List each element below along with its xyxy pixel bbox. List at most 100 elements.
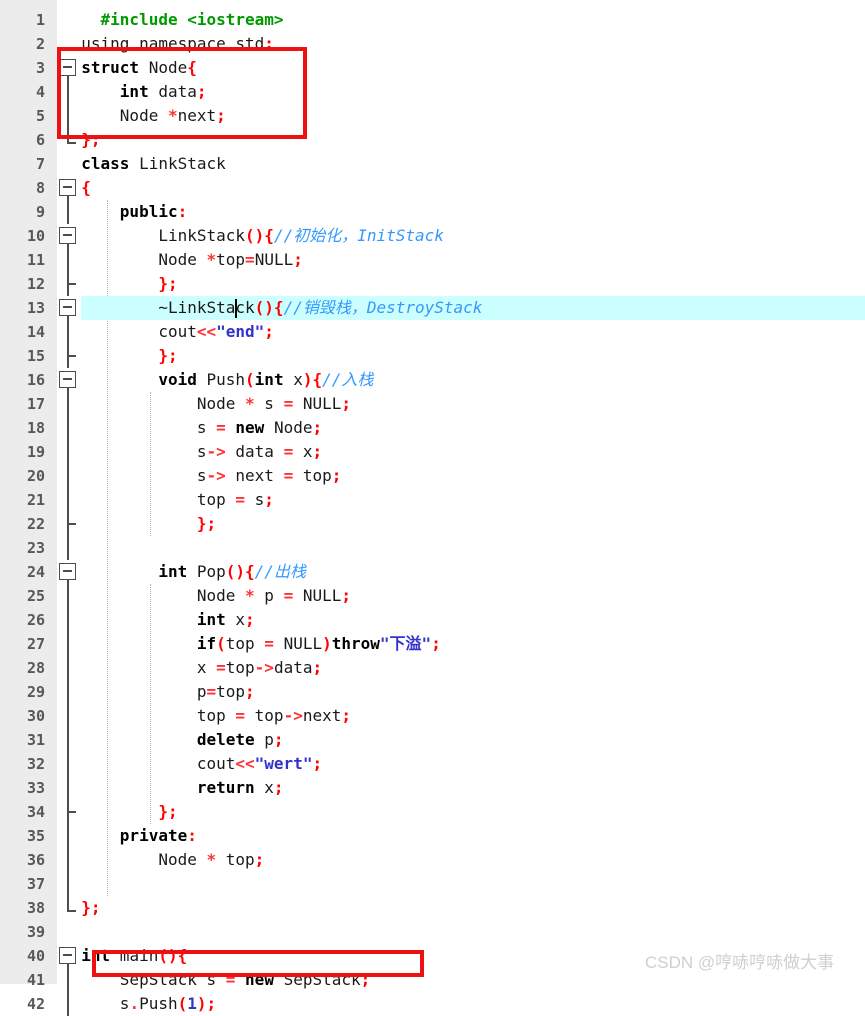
code-line[interactable]: using namespace std; — [62, 32, 865, 56]
code-line[interactable]: }; — [62, 272, 865, 296]
fold-tick-icon — [66, 355, 76, 357]
code-line[interactable]: private: — [62, 824, 865, 848]
code-line[interactable]: { — [62, 176, 865, 200]
code-editor[interactable]: #include <iostream> using namespace std;… — [0, 0, 865, 1016]
fold-toggle-icon[interactable] — [59, 371, 76, 388]
line-number: 27 — [26, 635, 45, 653]
code-line[interactable] — [62, 536, 865, 560]
code-line[interactable]: int x; — [62, 608, 865, 632]
code-line[interactable] — [62, 872, 865, 896]
code-line[interactable]: }; — [62, 128, 865, 152]
token-pun: ; — [341, 706, 351, 725]
token-op: = — [283, 394, 294, 413]
code-line[interactable]: }; — [62, 896, 865, 920]
code-line[interactable]: }; — [62, 512, 865, 536]
fold-line — [66, 584, 69, 608]
code-line[interactable]: Node * p = NULL; — [62, 584, 865, 608]
code-line[interactable]: Node * top; — [62, 848, 865, 872]
csdn-watermark: CSDN @哼哧哼哧做大事 — [645, 953, 835, 972]
token-op: * — [167, 106, 178, 125]
code-line[interactable]: cout<<"wert"; — [62, 752, 865, 776]
code-line[interactable]: cout<<"end"; — [62, 320, 865, 344]
fold-toggle-icon[interactable] — [59, 563, 76, 580]
token-kw: class — [81, 154, 130, 173]
code-line[interactable]: if(top = NULL)throw"下溢"; — [62, 632, 865, 656]
line-number: 24 — [26, 563, 45, 581]
line-number: 42 — [26, 995, 45, 1013]
code-line[interactable]: Node * s = NULL; — [62, 392, 865, 416]
fold-toggle-icon[interactable] — [59, 59, 76, 76]
code-line[interactable]: int data; — [62, 80, 865, 104]
token-plain: p — [254, 586, 284, 605]
token-plain: Node — [62, 850, 207, 869]
code-line[interactable]: s-> data = x; — [62, 440, 865, 464]
fold-line — [66, 392, 69, 416]
token-kw: struct — [81, 58, 140, 77]
code-line[interactable]: x =top->data; — [62, 656, 865, 680]
code-line[interactable]: LinkStack(){//初始化，InitStack — [62, 224, 865, 248]
token-plain: s — [62, 418, 217, 437]
code-folding-gutter[interactable] — [57, 0, 81, 1016]
token-pun: ; — [312, 754, 323, 773]
fold-line — [66, 200, 69, 224]
token-pun: }; — [158, 802, 178, 821]
token-kw: public — [119, 202, 178, 221]
code-line[interactable]: s.Push(1); — [62, 992, 865, 1016]
token-plain: Node — [62, 394, 246, 413]
token-plain: s — [62, 994, 130, 1013]
code-line[interactable]: public: — [62, 200, 865, 224]
token-pun: }; — [81, 130, 101, 149]
fold-toggle-icon[interactable] — [59, 227, 76, 244]
fold-toggle-icon[interactable] — [59, 299, 76, 316]
token-pun: ; — [312, 658, 323, 677]
token-pun: ; — [312, 442, 323, 461]
token-pun: ; — [245, 610, 255, 629]
code-line[interactable]: p=top; — [62, 680, 865, 704]
code-line[interactable]: top = s; — [62, 488, 865, 512]
line-number: 37 — [26, 875, 45, 893]
fold-toggle-icon[interactable] — [59, 179, 76, 196]
token-pun: ; — [196, 82, 207, 101]
token-op: * — [206, 250, 217, 269]
code-line[interactable]: ~LinkStack(){//销毁栈，DestroyStack — [62, 296, 865, 320]
token-cmt: //入栈 — [322, 370, 374, 389]
code-line[interactable]: #include <iostream> — [62, 8, 865, 32]
code-line[interactable]: struct Node{ — [62, 56, 865, 80]
code-line[interactable]: delete p; — [62, 728, 865, 752]
token-pun: ; — [273, 778, 284, 797]
line-number: 29 — [26, 683, 45, 701]
token-pun: ; — [273, 730, 284, 749]
code-line[interactable] — [62, 920, 865, 944]
token-plain: using namespace std — [81, 34, 265, 53]
token-op: -> — [206, 442, 226, 461]
token-pun: ) — [322, 634, 332, 653]
code-line[interactable]: }; — [62, 800, 865, 824]
line-number: 13 — [26, 299, 45, 317]
token-plain: top — [216, 682, 246, 701]
code-line[interactable]: Node *next; — [62, 104, 865, 128]
code-line[interactable]: class LinkStack — [62, 152, 865, 176]
token-pun: { — [81, 178, 91, 197]
token-pun: ; — [254, 850, 265, 869]
token-op: -> — [254, 658, 274, 677]
line-number: 2 — [35, 35, 45, 53]
code-line[interactable]: int Pop(){//出栈 — [62, 560, 865, 584]
code-line[interactable]: s = new Node; — [62, 416, 865, 440]
code-content-area[interactable]: #include <iostream> using namespace std;… — [62, 0, 865, 1013]
code-line[interactable]: top = top->next; — [62, 704, 865, 728]
code-line[interactable]: return x; — [62, 776, 865, 800]
token-pre: #include <iostream> — [100, 10, 284, 29]
token-plain: Node — [62, 586, 246, 605]
line-number: 7 — [35, 155, 45, 173]
code-line[interactable]: }; — [62, 344, 865, 368]
code-line[interactable]: void Push(int x){//入栈 — [62, 368, 865, 392]
fold-line — [66, 968, 69, 992]
line-number: 15 — [26, 347, 45, 365]
code-line[interactable]: s-> next = top; — [62, 464, 865, 488]
fold-toggle-icon[interactable] — [59, 947, 76, 964]
fold-line — [66, 824, 69, 848]
code-line[interactable]: Node *top=NULL; — [62, 248, 865, 272]
token-op: = — [283, 466, 294, 485]
